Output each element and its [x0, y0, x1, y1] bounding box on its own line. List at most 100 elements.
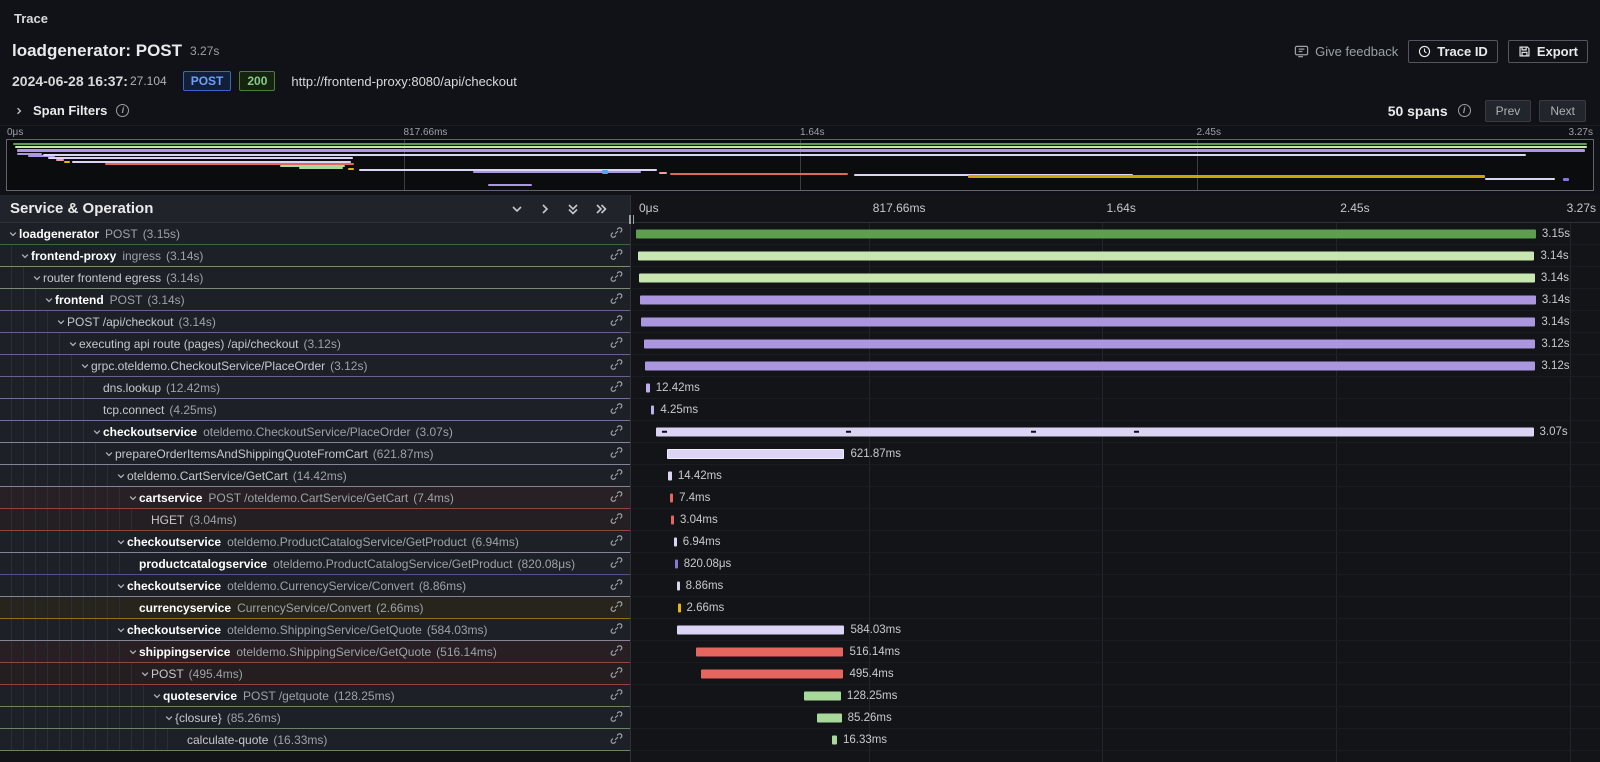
span-bar[interactable] — [804, 691, 841, 700]
span-bar[interactable] — [646, 383, 650, 392]
span-row[interactable]: quoteservice POST /getquote (128.25ms) — [0, 685, 630, 707]
expand-all-icon[interactable] — [594, 202, 608, 216]
span-row[interactable]: frontend POST (3.14s) — [0, 289, 630, 311]
span-bar-row[interactable]: 14.42ms — [631, 465, 1600, 487]
span-bar[interactable] — [677, 625, 844, 634]
span-bar-row[interactable]: 621.87ms — [631, 443, 1600, 465]
trace-minimap[interactable] — [6, 139, 1594, 191]
span-bar[interactable] — [832, 735, 837, 744]
span-bar[interactable] — [670, 493, 673, 502]
span-row[interactable]: shippingservice oteldemo.ShippingService… — [0, 641, 630, 663]
chevron-down-icon[interactable] — [126, 647, 139, 657]
span-link-icon[interactable] — [610, 468, 623, 484]
span-bar[interactable] — [639, 273, 1535, 282]
span-bar-row[interactable]: 3.15s — [631, 223, 1600, 245]
chevron-down-icon[interactable] — [126, 493, 139, 503]
span-bar[interactable] — [668, 471, 672, 480]
collapse-all-icon[interactable] — [566, 202, 580, 216]
span-row[interactable]: grpc.oteldemo.CheckoutService/PlaceOrder… — [0, 355, 630, 377]
span-link-icon[interactable] — [610, 446, 623, 462]
span-bar[interactable] — [678, 603, 681, 612]
span-filters-toggle[interactable]: Span Filters i — [14, 103, 129, 118]
chevron-down-icon[interactable] — [114, 581, 127, 591]
span-link-icon[interactable] — [610, 380, 623, 396]
chevron-down-icon[interactable] — [42, 295, 55, 305]
span-bar-row[interactable]: 16.33ms — [631, 729, 1600, 751]
chevron-down-icon[interactable] — [78, 361, 91, 371]
span-link-icon[interactable] — [610, 666, 623, 682]
span-row[interactable]: currencyservice CurrencyService/Convert … — [0, 597, 630, 619]
span-bar-row[interactable]: 12.42ms — [631, 377, 1600, 399]
prev-button[interactable]: Prev — [1485, 100, 1532, 122]
chevron-down-icon[interactable] — [114, 537, 127, 547]
span-bar[interactable] — [638, 251, 1535, 260]
chevron-down-icon[interactable] — [138, 669, 151, 679]
span-link-icon[interactable] — [610, 490, 623, 506]
span-bar[interactable] — [640, 295, 1536, 304]
span-link-icon[interactable] — [610, 556, 623, 572]
span-bar[interactable] — [674, 537, 677, 546]
span-link-icon[interactable] — [610, 248, 623, 264]
span-link-icon[interactable] — [610, 622, 623, 638]
span-link-icon[interactable] — [610, 688, 623, 704]
span-bar-row[interactable]: 3.14s — [631, 311, 1600, 333]
span-bar-row[interactable]: 3.14s — [631, 267, 1600, 289]
span-bar[interactable] — [671, 515, 674, 524]
span-bar-row[interactable]: 820.08μs — [631, 553, 1600, 575]
span-bar-row[interactable]: 4.25ms — [631, 399, 1600, 421]
span-row[interactable]: HGET (3.04ms) — [0, 509, 630, 531]
trace-id-button[interactable]: Trace ID — [1408, 40, 1498, 63]
span-bar-row[interactable]: 85.26ms — [631, 707, 1600, 729]
span-row[interactable]: POST /api/checkout (3.14s) — [0, 311, 630, 333]
span-bar-row[interactable]: 3.04ms — [631, 509, 1600, 531]
export-button[interactable]: Export — [1508, 40, 1588, 63]
span-row[interactable]: loadgenerator POST (3.15s) — [0, 223, 630, 245]
span-bar-row[interactable]: 8.86ms — [631, 575, 1600, 597]
chevron-down-icon[interactable] — [66, 339, 79, 349]
chevron-down-icon[interactable] — [90, 427, 103, 437]
span-row[interactable]: checkoutservice oteldemo.ProductCatalogS… — [0, 531, 630, 553]
expand-one-icon[interactable] — [538, 202, 552, 216]
chevron-down-icon[interactable] — [114, 471, 127, 481]
next-button[interactable]: Next — [1539, 100, 1586, 122]
span-bar[interactable] — [651, 405, 654, 414]
span-row[interactable]: POST (495.4ms) — [0, 663, 630, 685]
span-bar-row[interactable]: 128.25ms — [631, 685, 1600, 707]
span-bar[interactable] — [656, 427, 1534, 436]
span-bar[interactable] — [701, 669, 843, 678]
span-link-icon[interactable] — [610, 314, 623, 330]
span-bar-row[interactable]: 3.14s — [631, 245, 1600, 267]
span-link-icon[interactable] — [610, 644, 623, 660]
span-row[interactable]: executing api route (pages) /api/checkou… — [0, 333, 630, 355]
span-row[interactable]: oteldemo.CartService/GetCart (14.42ms) — [0, 465, 630, 487]
span-row[interactable]: prepareOrderItemsAndShippingQuoteFromCar… — [0, 443, 630, 465]
chevron-down-icon[interactable] — [102, 449, 115, 459]
span-bar-row[interactable]: 516.14ms — [631, 641, 1600, 663]
span-row[interactable]: checkoutservice oteldemo.ShippingService… — [0, 619, 630, 641]
span-link-icon[interactable] — [610, 336, 623, 352]
span-row[interactable]: checkoutservice oteldemo.CurrencyService… — [0, 575, 630, 597]
span-bar-row[interactable]: 3.12s — [631, 333, 1600, 355]
span-link-icon[interactable] — [610, 270, 623, 286]
span-link-icon[interactable] — [610, 578, 623, 594]
span-link-icon[interactable] — [610, 732, 623, 748]
span-bar-row[interactable]: 6.94ms — [631, 531, 1600, 553]
collapse-one-icon[interactable] — [510, 202, 524, 216]
span-row[interactable]: cartservice POST /oteldemo.CartService/G… — [0, 487, 630, 509]
splitter-drag-handle[interactable] — [629, 215, 634, 224]
span-bar-row[interactable]: 3.07s — [631, 421, 1600, 443]
give-feedback-button[interactable]: Give feedback — [1294, 44, 1398, 59]
span-link-icon[interactable] — [610, 292, 623, 308]
span-bar-row[interactable]: 584.03ms — [631, 619, 1600, 641]
span-bar-row[interactable]: 2.66ms — [631, 597, 1600, 619]
span-bar-row[interactable]: 3.12s — [631, 355, 1600, 377]
span-link-icon[interactable] — [610, 534, 623, 550]
span-link-icon[interactable] — [610, 424, 623, 440]
chevron-down-icon[interactable] — [6, 229, 19, 239]
chevron-down-icon[interactable] — [54, 317, 67, 327]
span-link-icon[interactable] — [610, 710, 623, 726]
span-link-icon[interactable] — [610, 600, 623, 616]
span-row[interactable]: checkoutservice oteldemo.CheckoutService… — [0, 421, 630, 443]
chevron-down-icon[interactable] — [162, 713, 175, 723]
span-bar[interactable] — [667, 449, 845, 459]
